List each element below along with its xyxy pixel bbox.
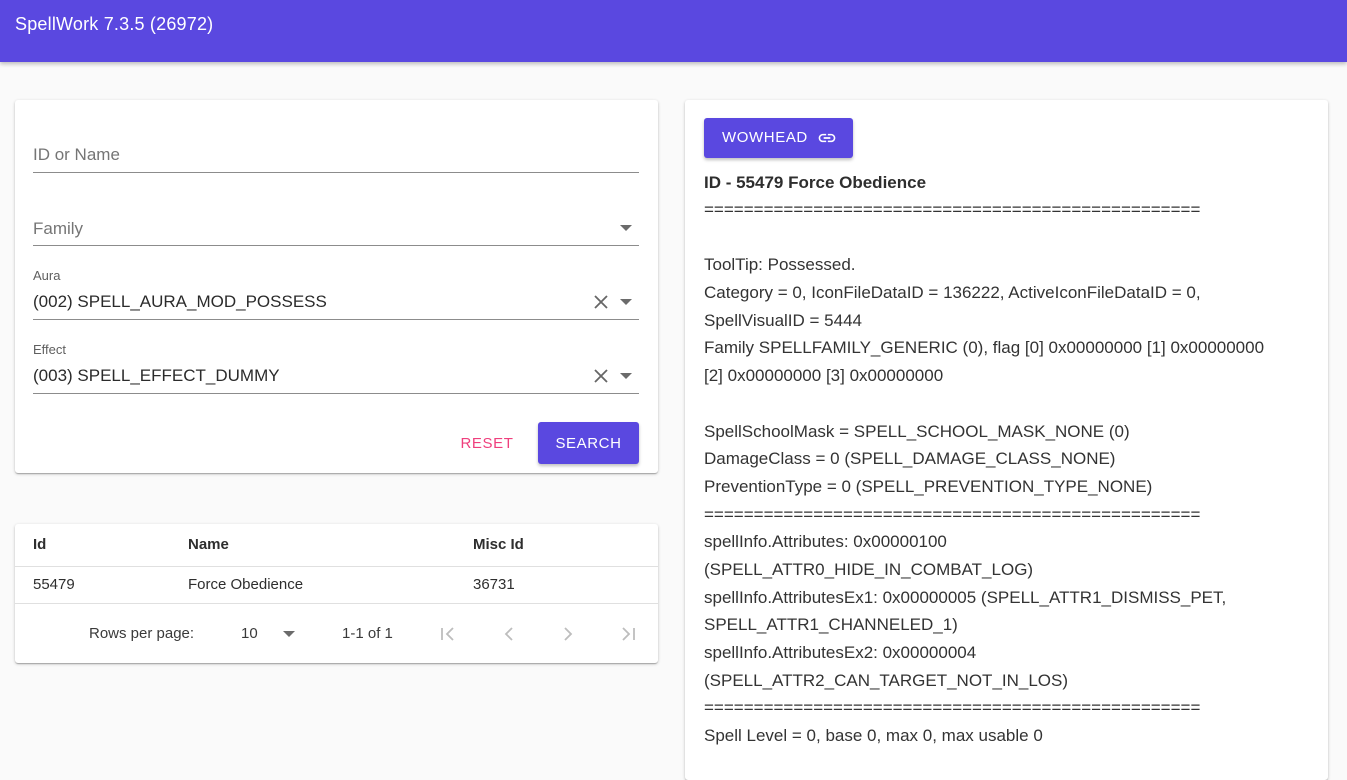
link-icon	[818, 133, 836, 143]
spell-info-line: Spell Level = 0, base 0, max 0, max usab…	[704, 726, 1043, 746]
search-button[interactable]: SEARCH	[538, 422, 639, 464]
last-page-icon[interactable]	[618, 624, 638, 644]
id-or-name-input[interactable]: ID or Name	[33, 136, 639, 173]
spell-info-line: DamageClass = 0 (SPELL_DAMAGE_CLASS_NONE…	[704, 449, 1116, 469]
aura-value: (002) SPELL_AURA_MOD_POSSESS	[33, 292, 327, 311]
app-title: SpellWork 7.3.5 (26972)	[15, 14, 214, 34]
divider	[15, 566, 658, 567]
dropdown-arrow-icon[interactable]	[620, 225, 632, 231]
prev-page-icon[interactable]	[499, 624, 519, 644]
id-or-name-placeholder: ID or Name	[33, 145, 120, 164]
spell-info-line: (SPELL_ATTR2_CAN_TARGET_NOT_IN_LOS)	[704, 670, 1069, 690]
family-select[interactable]: Family	[33, 210, 639, 246]
spell-info-line: spellInfo.AttributesEx1: 0x00000005 (SPE…	[704, 587, 1227, 607]
spell-info-line: [2] 0x00000000 [3] 0x00000000	[704, 366, 944, 386]
wowhead-label: WOWHEAD	[722, 129, 808, 146]
pagination-range: 1-1 of 1	[342, 625, 393, 642]
spell-info-line	[704, 224, 1314, 252]
effect-select[interactable]: Effect (003) SPELL_EFFECT_DUMMY	[33, 342, 639, 394]
next-page-icon[interactable]	[558, 624, 578, 644]
spell-info-line	[704, 390, 1314, 418]
aura-select[interactable]: Aura (002) SPELL_AURA_MOD_POSSESS	[33, 268, 639, 320]
cell-name: Force Obedience	[188, 576, 304, 593]
spell-info-line: spellInfo.AttributesEx2: 0x00000004	[704, 643, 977, 662]
spell-info-line: ========================================…	[704, 504, 1201, 524]
spell-info-text: ========================================…	[704, 196, 1314, 750]
wowhead-button[interactable]: WOWHEAD	[704, 118, 853, 158]
spell-info-line: SPELL_ATTR1_CHANNELED_1)	[704, 615, 958, 635]
spell-info-line: (SPELL_ATTR0_HIDE_IN_COMBAT_LOG)	[704, 559, 1034, 579]
clear-icon[interactable]	[593, 294, 609, 310]
divider	[15, 603, 658, 604]
cell-id: 55479	[33, 576, 75, 593]
aura-label: Aura	[33, 268, 61, 283]
first-page-icon[interactable]	[438, 624, 458, 644]
app-bar: SpellWork 7.3.5 (26972)	[0, 0, 1347, 62]
column-header-misc-id[interactable]: Misc Id	[473, 536, 524, 553]
reset-button[interactable]: RESET	[447, 422, 527, 464]
spell-info-line: ToolTip: Possessed.	[704, 255, 856, 275]
spell-detail-card: WOWHEAD ID - 55479 Force Obedience =====…	[685, 100, 1328, 780]
spell-info-line: Category = 0, IconFileDataID = 136222, A…	[704, 283, 1201, 303]
spell-info-line: ========================================…	[704, 698, 1201, 718]
clear-icon[interactable]	[593, 368, 609, 384]
effect-value: (003) SPELL_EFFECT_DUMMY	[33, 366, 280, 385]
spell-info-line: spellInfo.Attributes: 0x00000100	[704, 532, 947, 552]
effect-label: Effect	[33, 342, 67, 357]
column-header-name[interactable]: Name	[188, 536, 229, 553]
spell-info-line: PreventionType = 0 (SPELL_PREVENTION_TYP…	[704, 476, 1153, 496]
spell-info-line: SpellSchoolMask = SPELL_SCHOOL_MASK_NONE…	[704, 421, 1130, 441]
dropdown-arrow-icon[interactable]	[620, 373, 632, 379]
dropdown-arrow-icon[interactable]	[620, 299, 632, 305]
column-header-id[interactable]: Id	[33, 536, 46, 553]
spell-info-line: SpellVisualID = 5444	[704, 310, 862, 330]
rows-per-page-value: 10	[241, 625, 258, 642]
cell-misc-id: 36731	[473, 576, 515, 593]
spell-info-line: Family SPELLFAMILY_GENERIC (0), flag [0]…	[704, 338, 1265, 358]
spell-title: ID - 55479 Force Obedience	[704, 173, 927, 192]
spell-info-line: ========================================…	[704, 200, 1201, 219]
dropdown-arrow-icon[interactable]	[283, 631, 295, 637]
results-table-card: Id Name Misc Id 55479 Force Obedience 36…	[15, 524, 658, 663]
search-card: ID or Name Family Aura (002) SPELL_AURA_…	[15, 100, 658, 473]
family-placeholder: Family	[33, 219, 84, 238]
rows-per-page-label: Rows per page:	[89, 625, 195, 642]
